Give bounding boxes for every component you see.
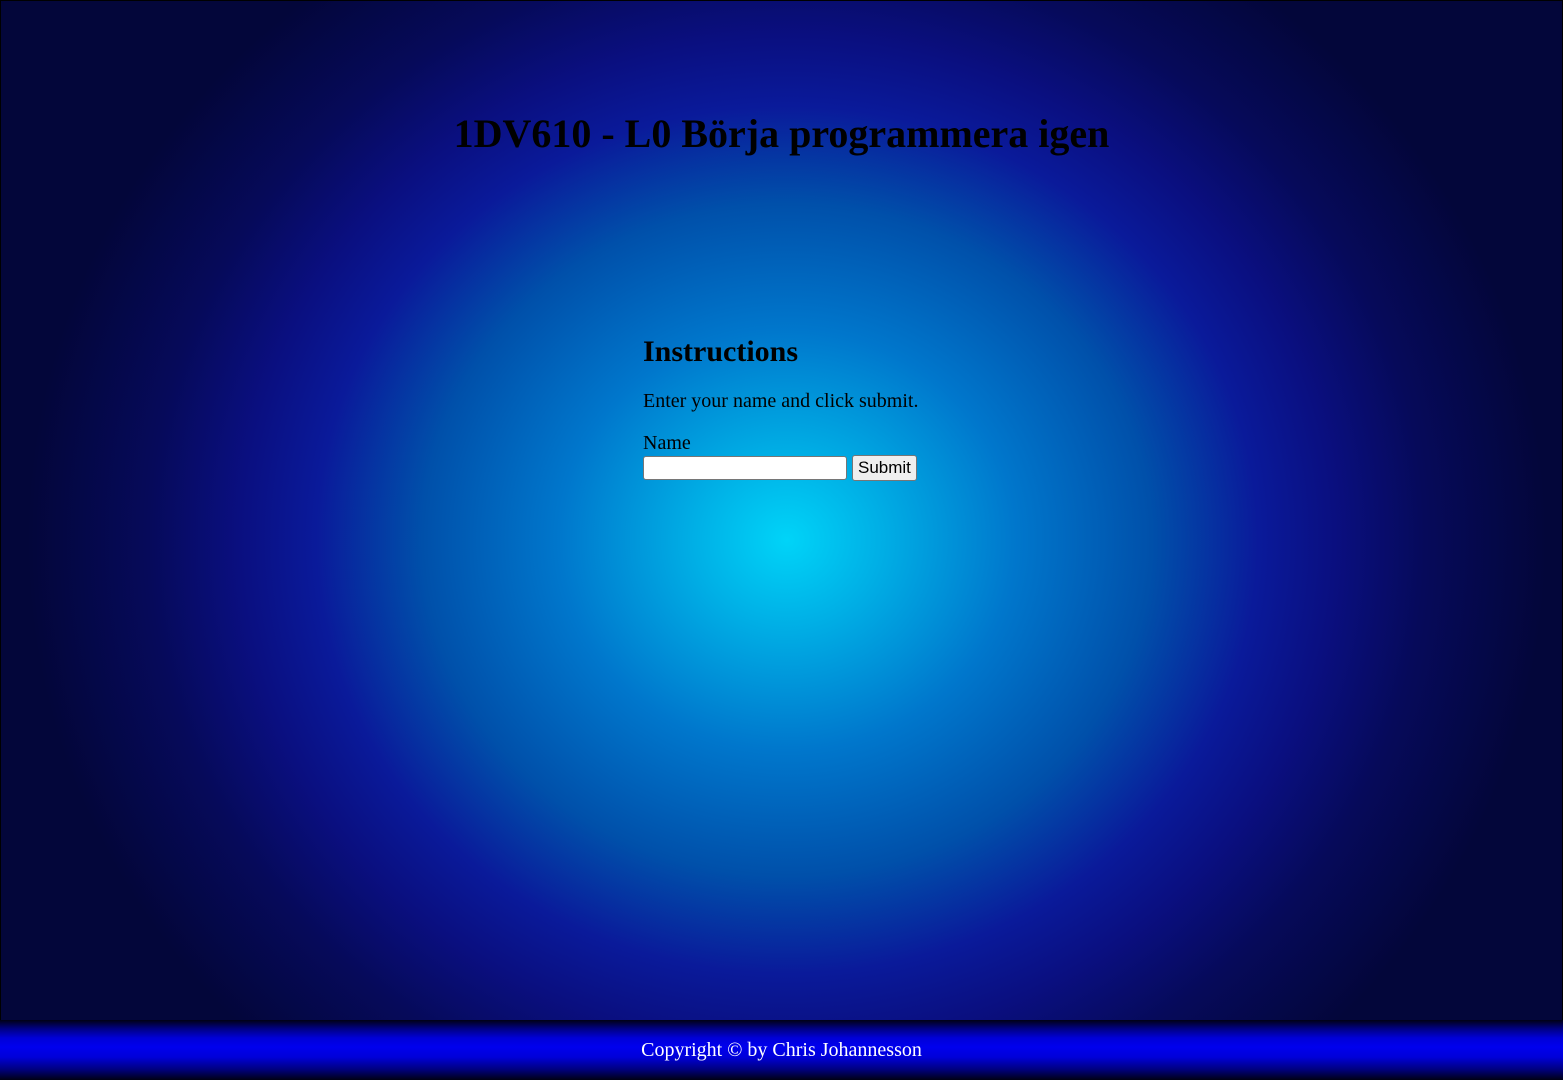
submit-button[interactable]: Submit xyxy=(852,455,917,481)
instructions-section: Instructions Enter your name and click s… xyxy=(643,334,963,481)
name-form: Name Submit xyxy=(643,431,963,481)
copyright-text: Copyright © by Chris Johannesson xyxy=(641,1039,922,1061)
instructions-heading: Instructions xyxy=(643,335,799,368)
name-input[interactable] xyxy=(643,456,847,480)
page-frame xyxy=(0,0,1563,1080)
name-label: Name xyxy=(643,432,691,454)
instruction-text: Enter your name and click submit. xyxy=(643,390,919,412)
page-title: 1DV610 - L0 Börja programmera igen xyxy=(453,111,1110,156)
form-row: Submit xyxy=(643,455,963,481)
footer: Copyright © by Chris Johannesson xyxy=(0,1020,1563,1080)
